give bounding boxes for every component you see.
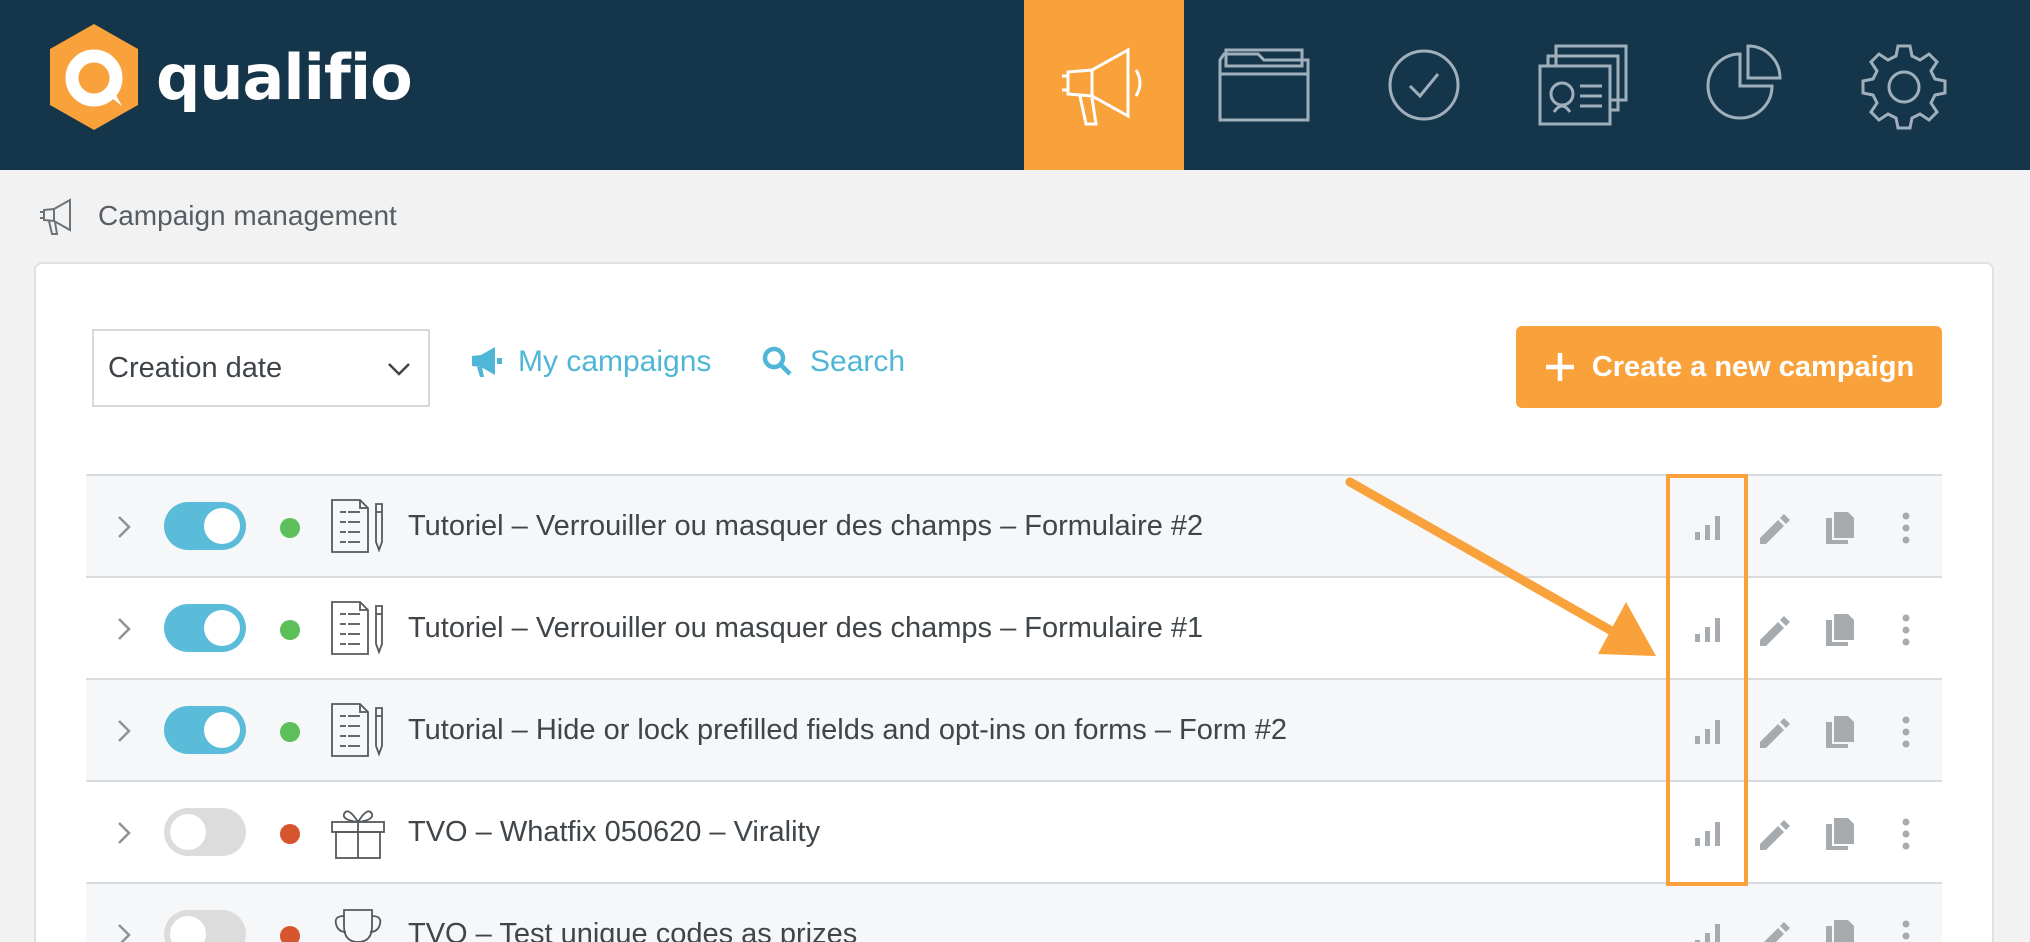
chevron-right-icon[interactable] xyxy=(116,514,132,540)
status-dot xyxy=(280,926,300,942)
more-options-button[interactable] xyxy=(1884,812,1928,856)
nav-validation[interactable] xyxy=(1344,0,1504,170)
logo-text: qualifio xyxy=(156,40,413,114)
copy-icon xyxy=(1826,920,1854,942)
form-icon xyxy=(331,499,383,553)
annotation-arrow-icon xyxy=(1345,477,1656,656)
campaign-title[interactable]: Tutorial – Hide or lock prefilled fields… xyxy=(408,714,1287,747)
campaign-toggle[interactable] xyxy=(164,910,246,942)
more-vertical-icon xyxy=(1902,512,1910,544)
edit-button[interactable] xyxy=(1752,608,1796,652)
chevron-right-icon[interactable] xyxy=(116,616,132,642)
search-icon xyxy=(762,346,792,376)
nav-folders[interactable] xyxy=(1184,0,1344,170)
nav-contacts[interactable] xyxy=(1504,0,1664,170)
campaign-toggle[interactable] xyxy=(164,808,246,856)
create-campaign-label: Create a new campaign xyxy=(1591,350,1915,383)
page-title-text: Campaign management xyxy=(98,200,397,231)
campaign-row[interactable]: TVO – Whatfix 050620 – Virality xyxy=(86,780,1942,882)
more-options-button[interactable] xyxy=(1884,914,1928,942)
campaign-toggle[interactable] xyxy=(164,502,246,550)
more-options-button[interactable] xyxy=(1884,506,1928,550)
status-dot xyxy=(280,824,300,844)
campaign-toggle[interactable] xyxy=(164,706,246,754)
copy-icon xyxy=(1826,716,1854,748)
nav-settings[interactable] xyxy=(1824,0,1984,170)
chevron-right-icon[interactable] xyxy=(116,820,132,846)
edit-button[interactable] xyxy=(1752,812,1796,856)
campaign-title[interactable]: TVO – Whatfix 050620 – Virality xyxy=(408,816,820,849)
chevron-down-icon xyxy=(388,363,410,376)
megaphone-icon xyxy=(1062,47,1142,126)
edit-button[interactable] xyxy=(1752,914,1796,942)
duplicate-button[interactable] xyxy=(1818,710,1862,754)
pencil-icon xyxy=(1760,616,1790,646)
my-campaigns-label: My campaigns xyxy=(518,345,712,378)
duplicate-button[interactable] xyxy=(1818,608,1862,652)
campaign-row[interactable]: TVO – Test unique codes as prizes xyxy=(86,882,1942,942)
campaign-title[interactable]: Tutoriel – Verrouiller ou masquer des ch… xyxy=(408,612,1203,645)
nav-statistics[interactable] xyxy=(1664,0,1824,170)
campaign-title[interactable]: Tutoriel – Verrouiller ou masquer des ch… xyxy=(408,510,1203,543)
qualifio-logo[interactable]: qualifio xyxy=(46,22,413,132)
campaign-toggle[interactable] xyxy=(164,604,246,652)
gear-icon xyxy=(1861,44,1947,130)
bar-chart-icon xyxy=(1695,924,1720,942)
my-campaigns-link[interactable]: My campaigns xyxy=(468,345,711,379)
campaign-title[interactable]: TVO – Test unique codes as prizes xyxy=(408,918,857,942)
sort-select-value: Creation date xyxy=(108,351,283,384)
edit-button[interactable] xyxy=(1752,506,1796,550)
chevron-right-icon[interactable] xyxy=(116,718,132,744)
nav-campaigns[interactable] xyxy=(1024,0,1184,170)
pencil-icon xyxy=(1760,514,1790,544)
top-navigation-bar: qualifio xyxy=(0,0,2030,170)
pencil-icon xyxy=(1760,718,1790,748)
campaign-row[interactable]: Tutorial – Hide or lock prefilled fields… xyxy=(86,678,1942,780)
status-dot xyxy=(280,518,300,538)
copy-icon xyxy=(1826,818,1854,850)
pencil-icon xyxy=(1760,820,1790,850)
stats-button[interactable] xyxy=(1686,914,1730,942)
stats-column-highlight xyxy=(1666,474,1748,886)
status-dot xyxy=(280,620,300,640)
more-vertical-icon xyxy=(1902,716,1910,748)
duplicate-button[interactable] xyxy=(1818,914,1862,942)
more-vertical-icon xyxy=(1902,614,1910,646)
pencil-icon xyxy=(1764,922,1790,942)
more-vertical-icon xyxy=(1902,920,1910,940)
more-options-button[interactable] xyxy=(1884,710,1928,754)
chevron-right-icon[interactable] xyxy=(116,922,132,942)
duplicate-button[interactable] xyxy=(1818,506,1862,550)
edit-button[interactable] xyxy=(1752,710,1796,754)
search-link[interactable]: Search xyxy=(760,345,905,379)
status-dot xyxy=(280,722,300,742)
folder-icon xyxy=(1218,48,1310,122)
more-vertical-icon xyxy=(1902,818,1910,850)
pie-chart-icon xyxy=(1706,44,1782,120)
create-campaign-button[interactable]: Create a new campaign xyxy=(1516,326,1942,408)
search-label: Search xyxy=(810,345,906,378)
page-title: Campaign management xyxy=(38,196,397,236)
id-card-icon xyxy=(1538,44,1628,126)
check-circle-icon xyxy=(1388,49,1460,121)
copy-icon xyxy=(1826,614,1854,646)
gift-icon xyxy=(331,810,385,859)
form-icon xyxy=(331,601,383,655)
megaphone-icon xyxy=(472,347,502,377)
form-icon xyxy=(331,703,383,757)
more-options-button[interactable] xyxy=(1884,608,1928,652)
plus-icon xyxy=(1545,353,1574,381)
duplicate-button[interactable] xyxy=(1818,812,1862,856)
trophy-icon xyxy=(334,909,382,942)
logo-mark-icon xyxy=(50,24,138,130)
sort-select[interactable]: Creation date xyxy=(92,329,430,407)
megaphone-icon xyxy=(40,198,71,235)
copy-icon xyxy=(1826,512,1854,544)
